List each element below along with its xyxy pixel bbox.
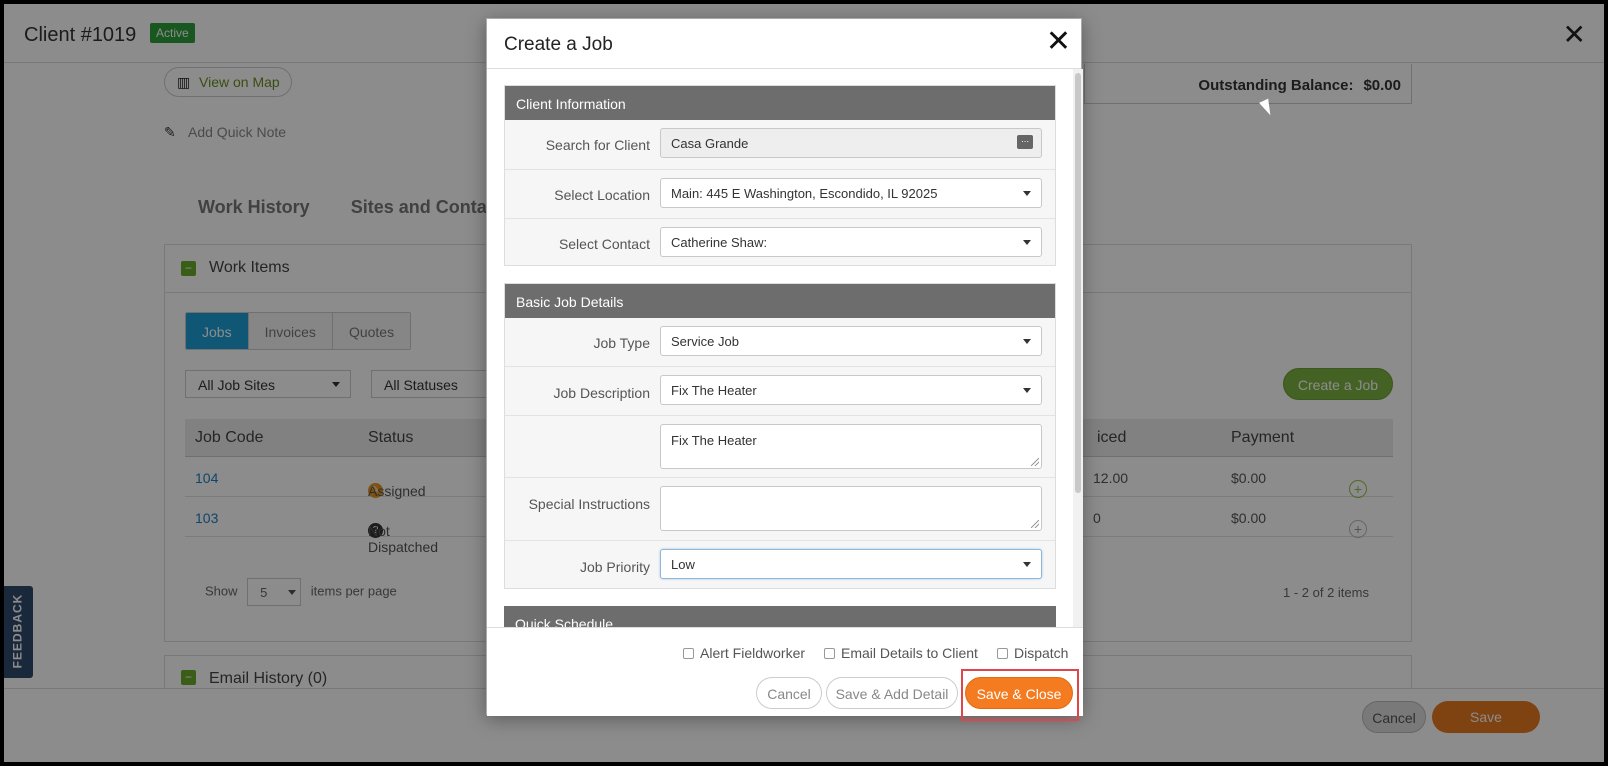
- quick-schedule-section: Quick Schedule: [504, 606, 1056, 627]
- job-description-label: Job Description: [553, 385, 651, 401]
- modal-title: Create a Job: [504, 34, 613, 55]
- checkbox-icon[interactable]: [683, 648, 694, 659]
- checkbox-icon[interactable]: [997, 648, 1008, 659]
- section-heading[interactable]: Quick Schedule: [504, 606, 1056, 627]
- job-type-label: Job Type: [593, 335, 650, 351]
- location-row: Select Location Main: 445 E Washington, …: [505, 169, 1055, 218]
- chevron-down-icon: [1023, 339, 1031, 344]
- keyboard-icon[interactable]: ⋯: [1017, 135, 1033, 149]
- job-description-textarea[interactable]: Fix The Heater: [660, 424, 1042, 469]
- job-priority-select[interactable]: Low: [660, 549, 1042, 579]
- client-information-section: Client Information Search for Client Cas…: [504, 85, 1056, 266]
- modal-header: Create a Job ✕: [487, 19, 1081, 69]
- special-instructions-textarea[interactable]: [660, 486, 1042, 531]
- alert-fieldworker-label: Alert Fieldworker: [700, 645, 806, 661]
- basic-job-details-section: Basic Job Details Job Type Service Job J…: [504, 283, 1056, 589]
- job-description-select[interactable]: Fix The Heater: [660, 375, 1042, 405]
- close-icon[interactable]: ✕: [1046, 27, 1071, 57]
- description-text-row: Fix The Heater: [505, 415, 1055, 477]
- scrollbar-thumb[interactable]: [1075, 73, 1081, 493]
- location-value: Main: 445 E Washington, Escondido, IL 92…: [671, 186, 938, 201]
- save-add-detail-button[interactable]: Save & Add Detail: [826, 677, 958, 709]
- email-details-checkbox[interactable]: Email Details to Client: [824, 645, 978, 661]
- modal-body: Client Information Search for Client Cas…: [487, 69, 1083, 627]
- scrollbar-track[interactable]: [1073, 69, 1083, 627]
- dispatch-checkbox[interactable]: Dispatch: [997, 645, 1068, 661]
- job-priority-row: Job Priority Low: [505, 540, 1055, 588]
- search-client-row: Search for Client Casa Grande ⋯: [505, 120, 1055, 169]
- alert-fieldworker-checkbox[interactable]: Alert Fieldworker: [683, 645, 805, 661]
- checkbox-icon[interactable]: [824, 648, 835, 659]
- chevron-down-icon: [1023, 562, 1031, 567]
- highlight-box: [961, 669, 1079, 721]
- special-instructions-row: Special Instructions: [505, 477, 1055, 540]
- cancel-button[interactable]: Cancel: [756, 677, 822, 709]
- chevron-down-icon: [1023, 388, 1031, 393]
- contact-row: Select Contact Catherine Shaw:: [505, 218, 1055, 265]
- job-description-value: Fix The Heater: [671, 383, 757, 398]
- app-frame: Client #1019 Active ✕ ▥ View on Map ✎ Ad…: [4, 4, 1604, 762]
- search-client-input[interactable]: Casa Grande ⋯: [660, 128, 1042, 158]
- job-type-value: Service Job: [671, 334, 739, 349]
- email-details-label: Email Details to Client: [841, 645, 978, 661]
- section-heading: Client Information: [505, 86, 1055, 120]
- section-heading: Basic Job Details: [505, 284, 1055, 318]
- chevron-down-icon: [1023, 191, 1031, 196]
- special-instructions-label: Special Instructions: [528, 496, 650, 512]
- job-priority-value: Low: [671, 557, 695, 572]
- location-select[interactable]: Main: 445 E Washington, Escondido, IL 92…: [660, 178, 1042, 208]
- contact-select[interactable]: Catherine Shaw:: [660, 227, 1042, 257]
- location-label: Select Location: [554, 187, 650, 203]
- contact-label: Select Contact: [558, 236, 650, 252]
- modal-footer: Alert Fieldworker Email Details to Clien…: [487, 627, 1083, 721]
- job-priority-label: Job Priority: [579, 559, 650, 575]
- chevron-down-icon: [1023, 240, 1031, 245]
- job-type-row: Job Type Service Job: [505, 318, 1055, 366]
- contact-value: Catherine Shaw:: [671, 235, 768, 250]
- search-client-value: Casa Grande: [671, 136, 749, 151]
- search-client-label: Search for Client: [545, 137, 650, 153]
- dispatch-label: Dispatch: [1014, 645, 1069, 661]
- job-description-row: Job Description Fix The Heater: [505, 366, 1055, 415]
- create-job-modal: Create a Job ✕ Client Information Search…: [486, 18, 1083, 721]
- job-type-select[interactable]: Service Job: [660, 326, 1042, 356]
